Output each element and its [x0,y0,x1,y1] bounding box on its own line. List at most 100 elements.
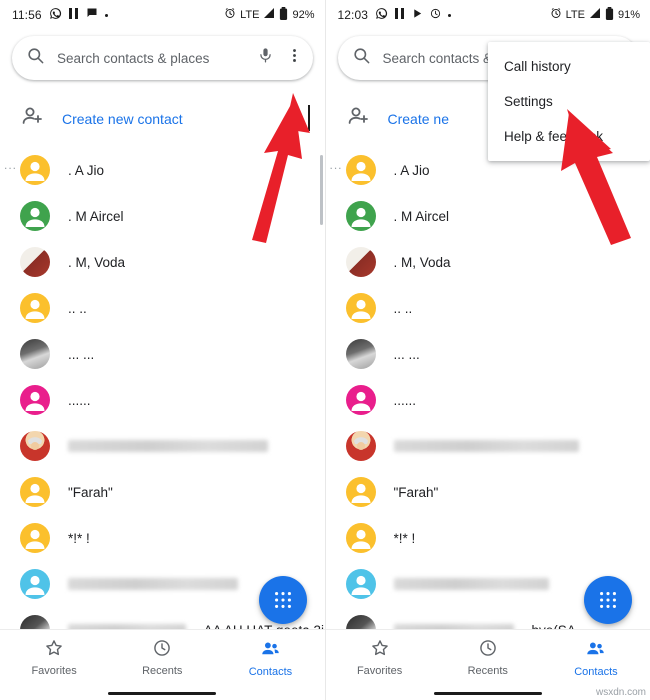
scrollbar-thumb-left[interactable] [319,155,323,225]
nav-tab-contacts-left[interactable]: Contacts [216,638,324,678]
contact-list-item[interactable]: ...... [0,377,325,423]
menu-item-settings[interactable]: Settings [488,84,650,119]
screenshot-root: 11:56 LTE 92% Search contacts & places C… [0,0,650,700]
watermark: wsxdn.com [595,687,646,698]
avatar-photo [20,247,50,277]
contact-list-item[interactable]: . M, Voda [0,239,325,285]
dialpad-fab-right[interactable] [584,576,632,624]
search-icon [26,46,45,70]
create-new-contact-row-left[interactable]: Create new contact [0,90,325,147]
nav-tab-contacts-right[interactable]: Contacts [542,638,650,678]
overflow-menu-popup[interactable]: Call history Settings Help & feedback [488,42,650,161]
contact-name: . M Aircel [393,208,450,224]
phone-screen-left: 11:56 LTE 92% Search contacts & places C… [0,0,326,700]
avatar [20,569,50,599]
contact-list-item[interactable]: ... ... [0,331,325,377]
contact-list-item[interactable]: "Mish Ma best ★ / aniyat (*h-so*)" [0,423,325,469]
microphone-icon[interactable] [257,47,274,69]
messages-icon [86,7,98,23]
menu-item-call-history[interactable]: Call history [488,49,650,84]
contact-list-item[interactable]: ... ... [326,331,650,377]
nav-label-favorites-right: Favorites [356,665,403,677]
status-more-dot [448,13,452,17]
status-bar-left: 11:56 LTE 92% [0,0,325,30]
nav-tab-recents-right[interactable]: Recents [434,638,542,677]
contact-name: . M Aircel [68,208,124,224]
status-bar-right: 12:03 LTE 91% [326,0,650,30]
dialpad-fab-left[interactable] [258,576,307,624]
avatar-photo [345,339,376,369]
nav-tab-favorites-right[interactable]: Favorites [326,638,434,677]
signal-icon [263,7,275,23]
nav-label-recents-right: Recents [467,665,508,677]
contact-name: . A Jio [393,162,430,178]
contact-name: ...... [393,392,417,408]
avatar [345,155,376,185]
contact-list-item[interactable]: .. .. [0,285,325,331]
avatar [345,385,376,415]
avatar-photo [20,339,50,369]
contact-name: ...... [68,392,91,408]
search-icon [352,46,371,70]
nav-label-favorites-left: Favorites [31,665,77,677]
nav-label-contacts-right: Contacts [574,666,618,678]
status-time: 11:56 [12,8,42,22]
search-input-left[interactable]: Search contacts & places [57,51,245,66]
contact-name-blurred [393,440,579,452]
avatar [20,523,50,553]
contact-list-item[interactable]: ...... [326,377,650,423]
avatar-photo [345,247,376,277]
contact-list-item[interactable]: *!* ! [0,515,325,561]
contact-list-item[interactable]: . A Jio [0,147,325,193]
search-bar-left[interactable]: Search contacts & places [12,36,313,80]
status-network-right: LTE [565,9,585,21]
avatar [20,201,50,231]
nav-tab-recents-left[interactable]: Recents [108,638,216,677]
pause-icon [68,7,79,23]
contact-list-item[interactable]: *!* ! [326,515,650,561]
contact-name-blurred [393,578,549,590]
contact-list-item[interactable]: .. .. [326,285,650,331]
avatar [20,385,50,415]
avatar [345,569,376,599]
nav-tab-favorites-left[interactable]: Favorites [0,638,108,677]
status-network: LTE [240,9,260,21]
status-battery: 92% [292,9,315,21]
alarm-icon [550,7,562,23]
battery-icon [605,6,614,24]
overflow-menu-icon-left[interactable] [286,47,303,69]
contact-list-item[interactable] [326,423,650,469]
avatar [345,293,376,323]
contact-name: . A Jio [68,162,105,178]
clock-status-icon [430,8,441,23]
nav-label-recents-left: Recents [142,665,183,677]
avatar-photo [345,431,376,461]
contact-name: .. .. [393,300,413,316]
contact-list-item[interactable]: . M, Voda [326,239,650,285]
contact-list-item[interactable]: "Farah" [326,469,650,515]
bottom-nav-left[interactable]: Favorites Recents Contacts [0,629,325,700]
contacts-icon [585,638,606,662]
alarm-icon [224,7,236,23]
contact-name: ... ... [68,346,95,362]
contact-name-blurred [68,578,238,590]
create-new-contact-label-left: Create new contact [62,110,183,127]
menu-item-help-feedback[interactable]: Help & feedback [488,119,650,154]
home-indicator-right [433,692,542,695]
play-icon [412,8,423,23]
contact-list-item[interactable]: . M Aircel [0,193,325,239]
contact-name-blurred [68,440,268,452]
contact-list-item[interactable]: "Farah" [0,469,325,515]
nav-label-contacts-left: Contacts [248,666,293,678]
search-bar-container-left: Search contacts & places [0,30,325,82]
contact-name: "Farah" [68,484,113,500]
text-cursor-left [308,105,310,131]
contact-list-item[interactable]: . M Aircel [326,193,650,239]
whatsapp-icon [49,7,62,24]
contact-name: "Farah" [393,484,439,500]
contacts-icon [260,638,281,662]
status-battery-right: 91% [617,9,640,21]
status-more-dot [104,13,108,17]
contact-name: . M, Voda [68,254,126,270]
clock-icon [478,638,498,661]
